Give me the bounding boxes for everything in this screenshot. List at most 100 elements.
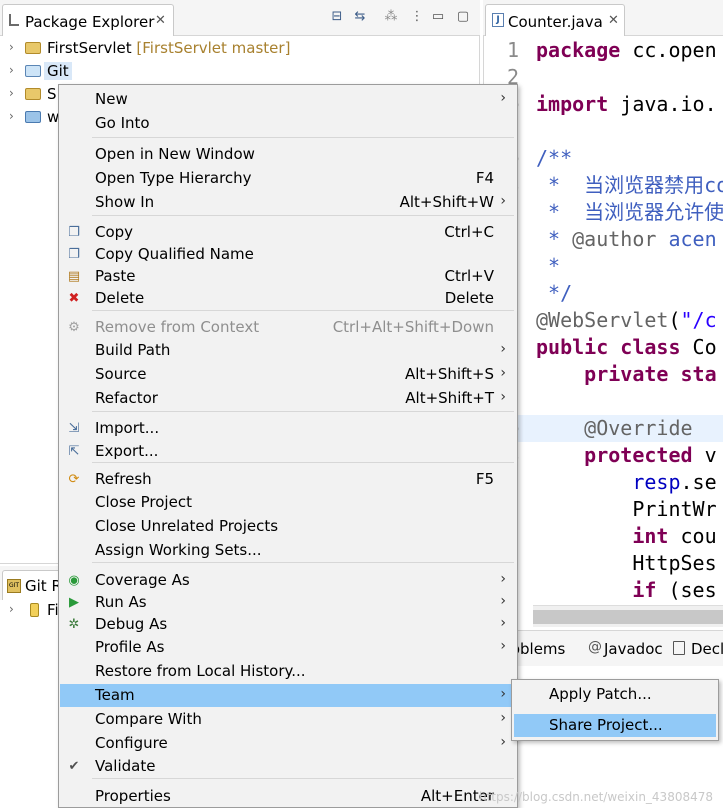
code-line[interactable]: 2 — [483, 388, 723, 415]
javadoc-icon: @ — [588, 639, 602, 655]
submenu-arrow-icon: › — [500, 710, 506, 726]
chevron-right-icon[interactable]: › — [9, 40, 14, 54]
menu-item-import[interactable]: ⇲ Import... — [60, 417, 516, 440]
tab-javadoc[interactable]: Javadoc — [604, 640, 663, 658]
menu-item-copy[interactable]: ❐ Copy Ctrl+C — [60, 221, 516, 244]
git-repositories-tabbar: GIT Git R — [0, 566, 62, 600]
chevron-right-icon[interactable]: › — [9, 86, 14, 100]
code-line[interactable]: 3 */ — [483, 280, 723, 307]
copy-icon: ❐ — [68, 225, 80, 240]
menu-item-debug-as[interactable]: ✲ Debug As › — [60, 613, 516, 636]
chevron-right-icon[interactable]: › — [9, 602, 14, 616]
code-line[interactable]: 1 private sta — [483, 361, 723, 388]
git-branch-label: [FirstServlet master] — [136, 39, 291, 57]
filter-icon[interactable]: ⁂ — [383, 9, 399, 25]
menu-item-paste[interactable]: ▤ Paste Ctrl+V — [60, 265, 516, 288]
code-line[interactable]: 9@WebServlet("/c — [483, 307, 723, 334]
code-line[interactable]: 5 PrintWr — [483, 496, 723, 523]
code-line[interactable]: 3⊕import java.io. — [483, 91, 723, 118]
menu-item-close-unrelated-projects[interactable]: Close Unrelated Projects — [60, 515, 516, 538]
view-menu-icon[interactable]: ⋮ — [409, 9, 425, 25]
code-line[interactable]: 3⊖ @Override — [483, 415, 723, 442]
java-file-icon: J — [492, 13, 504, 27]
code-line[interactable]: 1 — [483, 118, 723, 145]
tab-git-repositories[interactable]: GIT Git R — [2, 570, 62, 600]
code-line[interactable]: 7 * — [483, 253, 723, 280]
menu-item-assign-working-sets[interactable]: Assign Working Sets... — [60, 539, 516, 562]
menu-item-refresh[interactable]: ⟳ Refresh F5 — [60, 468, 516, 491]
tree-item-s[interactable]: › S — [0, 84, 60, 106]
menu-item-coverage-as[interactable]: ◉ Coverage As › — [60, 569, 516, 592]
menu-item-restore-from-local-history[interactable]: Restore from Local History... — [60, 660, 516, 683]
code-line[interactable]: 0public class Co — [483, 334, 723, 361]
code-text: /** — [536, 146, 573, 170]
menu-item-share-project[interactable]: Share Project... — [514, 714, 716, 737]
submenu-arrow-icon: › — [500, 365, 506, 381]
tab-package-explorer[interactable]: Package Explorer ✕ — [2, 4, 174, 36]
menu-item-source[interactable]: Source Alt+Shift+S › — [60, 363, 516, 386]
tree-item-git[interactable]: › Git — [0, 61, 72, 83]
code-line[interactable]: 5 * @author acen — [483, 226, 723, 253]
scrollbar-thumb[interactable] — [533, 610, 723, 624]
tab-counter-java[interactable]: J Counter.java ✕ — [485, 4, 625, 36]
menu-item-label: Refactor — [95, 389, 158, 407]
line-number: 1 — [506, 38, 519, 62]
menu-item-close-project[interactable]: Close Project — [60, 491, 516, 514]
tab-declaration[interactable]: Decl — [691, 640, 723, 658]
menu-item-label: Export... — [95, 442, 159, 460]
declaration-icon — [673, 641, 685, 655]
menu-item-properties[interactable]: Properties Alt+Enter — [60, 785, 516, 808]
menu-item-label: Source — [95, 365, 147, 383]
code-line[interactable]: 4 * 当浏览器禁用co — [483, 172, 723, 199]
team-submenu: Apply Patch... Share Project... — [511, 679, 719, 741]
code-text: public class Co — [536, 335, 717, 359]
tree-item-w[interactable]: › w — [0, 107, 60, 129]
menu-item-copy-qualified-name[interactable]: ❐ Copy Qualified Name — [60, 243, 516, 266]
code-line[interactable]: 1 package cc.open — [483, 37, 723, 64]
menu-item-open-in-new-window[interactable]: Open in New Window — [60, 143, 516, 166]
menu-item-show-in[interactable]: Show In Alt+Shift+W › — [60, 191, 516, 214]
menu-item-validate[interactable]: ✔ Validate — [60, 755, 516, 778]
menu-item-label: Debug As — [95, 615, 168, 633]
menu-item-go-into[interactable]: Go Into — [60, 112, 516, 135]
chevron-right-icon[interactable]: › — [9, 63, 14, 77]
menu-item-compare-with[interactable]: Compare With › — [60, 708, 516, 731]
menu-item-label: Validate — [95, 757, 156, 775]
code-line[interactable]: 3 int cou — [483, 523, 723, 550]
code-line[interactable]: 4 protected v — [483, 442, 723, 469]
menu-item-build-path[interactable]: Build Path › — [60, 339, 516, 362]
maximize-icon[interactable]: ▢ — [455, 9, 471, 25]
menu-item-export[interactable]: ⇱ Export... — [60, 440, 516, 463]
minimize-icon[interactable]: ▭ — [430, 9, 446, 25]
menu-item-open-type-hierarchy[interactable]: Open Type Hierarchy F4 — [60, 167, 516, 190]
menu-item-label: New — [95, 90, 128, 108]
menu-item-label: Close Project — [95, 493, 192, 511]
menu-item-profile-as[interactable]: Profile As › — [60, 636, 516, 659]
tree-item-label: Git — [44, 62, 72, 80]
tree-item-repository[interactable]: › Fi — [0, 600, 60, 622]
menu-item-refactor[interactable]: Refactor Alt+Shift+T › — [60, 387, 516, 410]
submenu-arrow-icon: › — [500, 341, 506, 357]
code-line[interactable]: 3⊖/** — [483, 145, 723, 172]
code-line[interactable]: 5 * 当浏览器允许使 — [483, 199, 723, 226]
close-icon[interactable]: ✕ — [608, 13, 619, 28]
close-icon[interactable]: ✕ — [155, 13, 166, 28]
code-text: @Override — [584, 416, 693, 440]
code-line[interactable]: 5 resp.se — [483, 469, 723, 496]
code-line[interactable]: 9 if (ses — [483, 577, 723, 604]
code-line[interactable]: 2 — [483, 64, 723, 91]
menu-item-delete[interactable]: ✖ Delete Delete — [60, 287, 516, 310]
menu-item-run-as[interactable]: ▶ Run As › — [60, 591, 516, 614]
horizontal-scrollbar[interactable]: < — [506, 605, 723, 627]
menu-item-new[interactable]: New › — [60, 88, 516, 111]
menu-item-team[interactable]: Team › — [60, 684, 516, 707]
tree-item-firstservlet[interactable]: › FirstServlet [FirstServlet master] — [0, 38, 480, 60]
code-line[interactable]: 3 HttpSes — [483, 550, 723, 577]
menu-item-apply-patch[interactable]: Apply Patch... — [512, 683, 718, 706]
chevron-right-icon[interactable]: › — [9, 109, 14, 123]
link-with-editor-icon[interactable]: ⇆ — [352, 9, 368, 25]
menu-item-configure[interactable]: Configure › — [60, 732, 516, 755]
collapse-all-icon[interactable]: ⊟ — [329, 9, 345, 25]
code-text: @WebServlet("/c — [536, 308, 717, 332]
debug-icon: ✲ — [68, 617, 80, 632]
